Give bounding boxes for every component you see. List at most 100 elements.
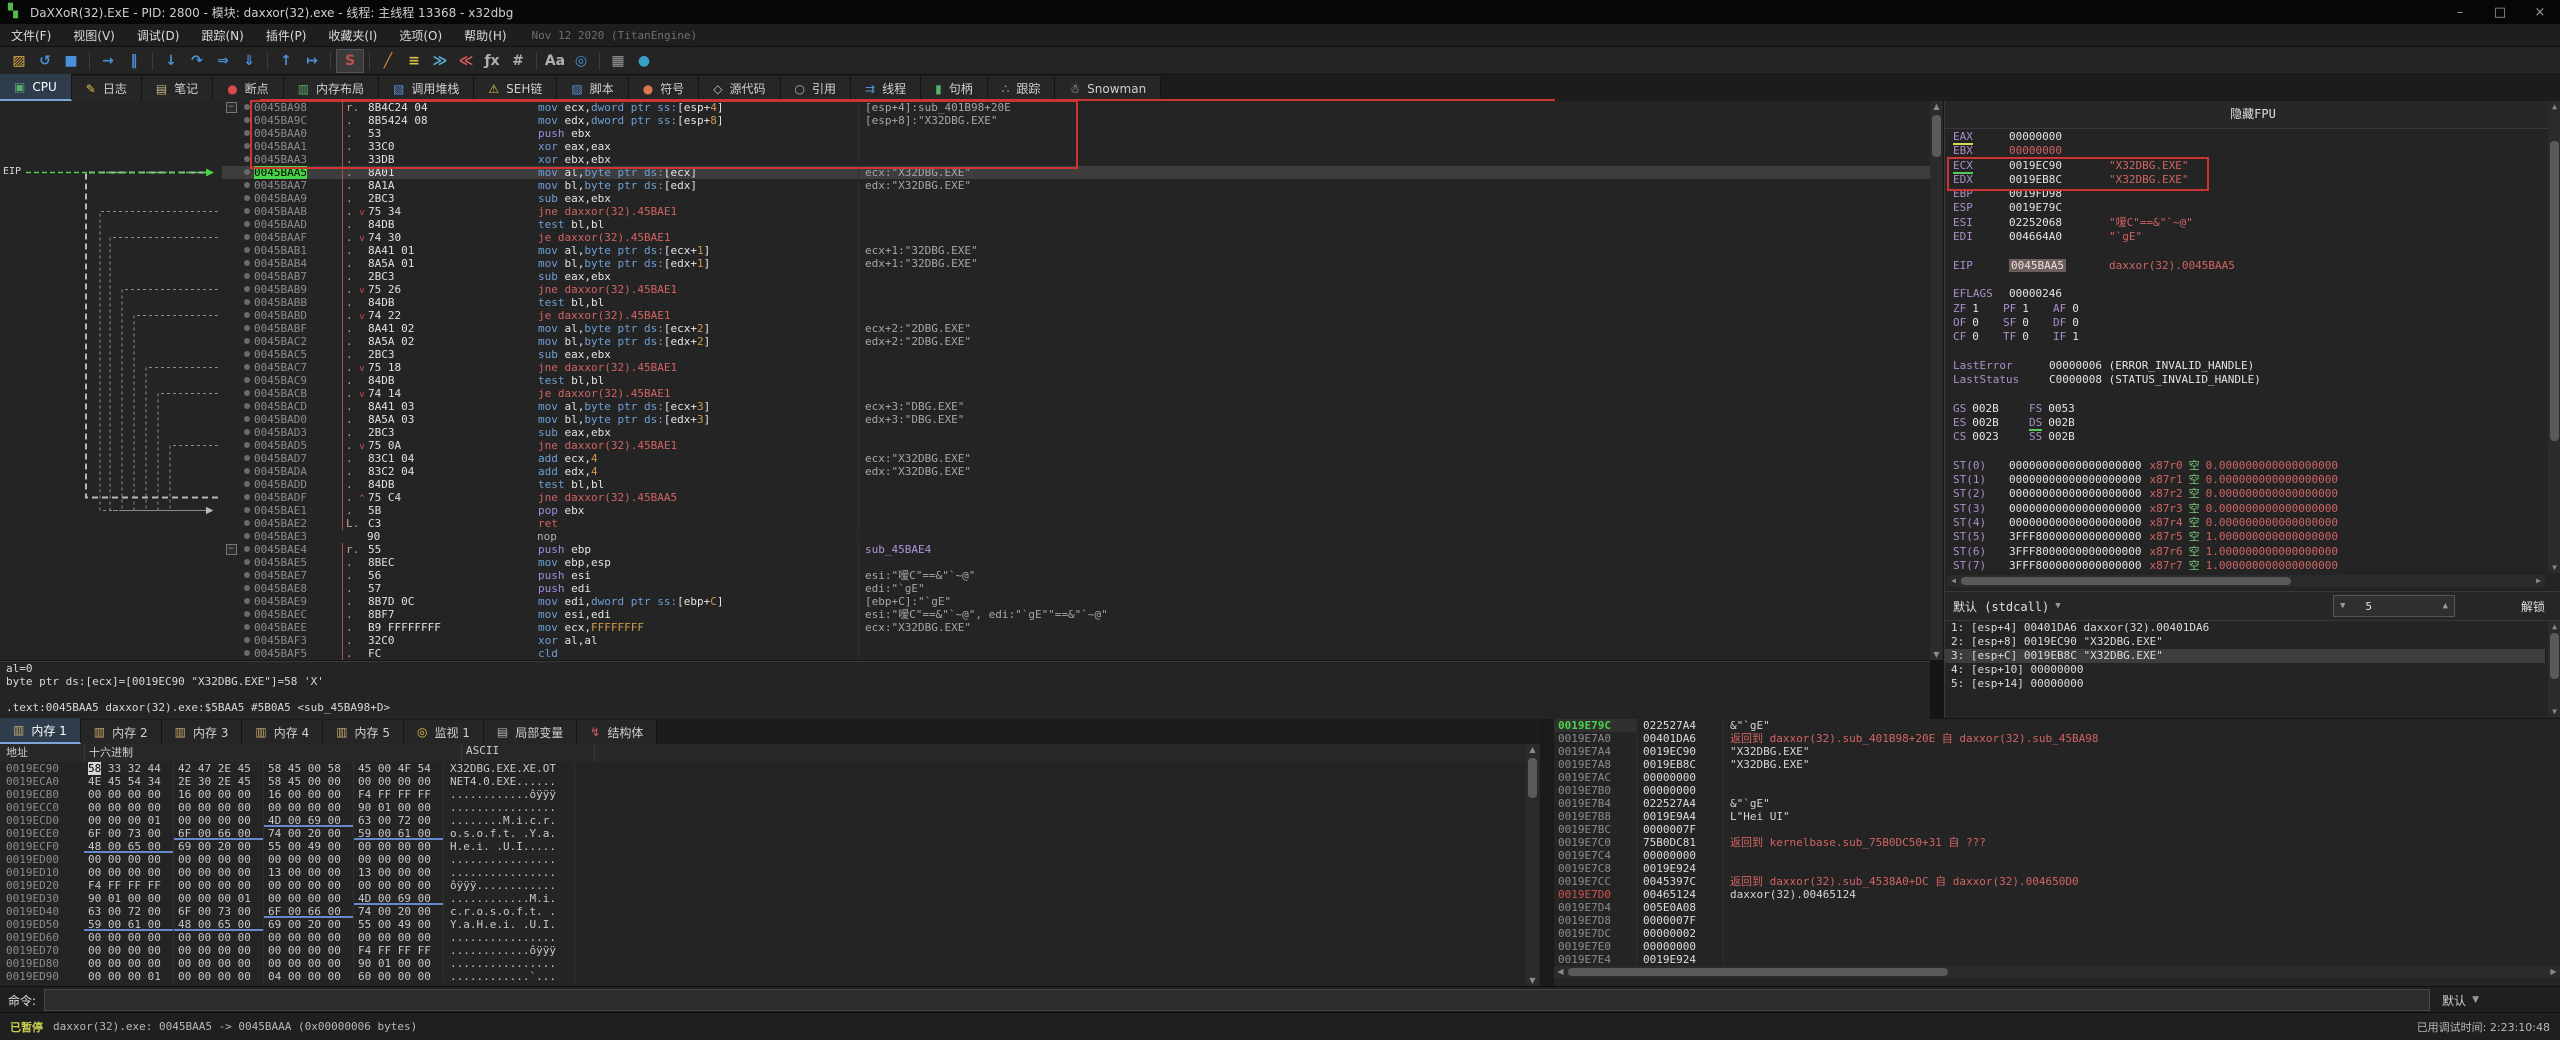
breakpoint-dot-cell[interactable]: [240, 387, 254, 400]
disasm-row[interactable]: 0045BAC7. v 75 18 jne daxxor(32).45BAE1: [222, 361, 1930, 374]
disasm-row[interactable]: 0045BAF5. FC cld: [222, 647, 1930, 660]
breakpoint-dot-cell[interactable]: [240, 413, 254, 426]
calling-convention-select[interactable]: 默认 (stdcall): [1945, 598, 2049, 615]
register-line[interactable]: EBP 0019FD98: [1945, 187, 2545, 201]
breakpoint-dot-cell[interactable]: [240, 335, 254, 348]
stack-row[interactable]: 0019E7D4 005E0A08: [1554, 901, 2560, 914]
address-cell[interactable]: 0045BAB4: [254, 257, 342, 270]
breakpoint-dot-cell[interactable]: [240, 608, 254, 621]
address-cell[interactable]: 0045BAA5: [254, 166, 342, 179]
register-line[interactable]: LastStatus C0000008 (STATUS_INVALID_HANDL…: [1945, 373, 2545, 387]
breakpoint-dot-cell[interactable]: [240, 205, 254, 218]
dump-row[interactable]: 0019EC90 58 33 32 44 42 47 2E 45 58 45 00 5…: [0, 762, 1540, 775]
breakpoint-dot-cell[interactable]: [240, 296, 254, 309]
register-line[interactable]: ST(6) 3FFF8000000000000000 x87r6 空 1.0000000…: [1945, 545, 2545, 559]
breakpoint-dot-cell[interactable]: [240, 153, 254, 166]
address-cell[interactable]: 0045BAA9: [254, 192, 342, 205]
chevron-down-icon[interactable]: ▼: [2472, 995, 2479, 1005]
breakpoint-dot-cell[interactable]: [240, 114, 254, 127]
stack-pane[interactable]: 0019E79C 022527A4 &"`gE" 0019E7A0 00401DA6 返回…: [1554, 719, 2560, 986]
breakpoint-dot-cell[interactable]: [240, 101, 254, 114]
disasm-row[interactable]: 0045BAA7. 8A1A mov bl,byte ptr ds:[edx] edx…: [222, 179, 1930, 192]
registers-hscrollbar[interactable]: ◀ ▶: [1947, 575, 2545, 587]
registers-pane[interactable]: 隐藏FPU EAX 00000000 EBX 00000000 ECX 0019EC90 "…: [1944, 101, 2560, 718]
disasm-row[interactable]: 0045BABB. 84DB test bl,bl: [222, 296, 1930, 309]
address-cell[interactable]: 0045BAF5: [254, 647, 342, 660]
stack-row[interactable]: 0019E79C 022527A4 &"`gE": [1554, 719, 2560, 732]
disasm-row[interactable]: 0045BAAF. v 74 30 je daxxor(32).45BAE1: [222, 231, 1930, 244]
disasm-row[interactable]: 0045BAC2. 8A5A 02 mov bl,byte ptr ds:[edx+…: [222, 335, 1930, 348]
breakpoint-dot-cell[interactable]: [240, 361, 254, 374]
address-cell[interactable]: 0045BAE2: [254, 517, 342, 530]
register-line[interactable]: ST(7) 3FFF8000000000000000 x87r7 空 1.0000000…: [1945, 559, 2545, 573]
register-line[interactable]: ZF 1 PF 1 AF 0: [1945, 302, 2545, 316]
address-cell[interactable]: 0045BA9C: [254, 114, 342, 127]
tab-cpu[interactable]: ▣ CPU: [0, 74, 72, 101]
breakpoint-dot-cell[interactable]: [240, 322, 254, 335]
pause-button[interactable]: ‖: [121, 50, 147, 72]
disasm-row[interactable]: − 0045BAE4 r. 55 push ebp sub_45BAE4: [222, 543, 1930, 556]
breakpoint-dot-cell[interactable]: [240, 621, 254, 634]
address-cell[interactable]: 0045BAEE: [254, 621, 342, 634]
address-cell[interactable]: 0045BABF: [254, 322, 342, 335]
disasm-row[interactable]: 0045BAD5. v 75 0A jne daxxor(32).45BAE1: [222, 439, 1930, 452]
goto-button[interactable]: ◎: [568, 50, 594, 72]
address-cell[interactable]: 0045BAE9: [254, 595, 342, 608]
tab-source[interactable]: ◇ 源代码: [699, 76, 781, 101]
disasm-row[interactable]: 0045BAD0. 8A5A 03 mov bl,byte ptr ds:[edx+…: [222, 413, 1930, 426]
dump-row[interactable]: 0019ECF0 48 00 65 00 69 00 20 00 55 00 49 0…: [0, 840, 1540, 853]
register-line[interactable]: CF 0 TF 0 IF 1: [1945, 330, 2545, 344]
restart-button[interactable]: ↺: [32, 50, 58, 72]
tab-script[interactable]: ▨ 脚本: [557, 76, 629, 101]
menu-item[interactable]: 文件(F): [0, 27, 62, 44]
dump-row[interactable]: 0019ED20 F4 FF FF FF 00 00 00 00 00 00 00 0…: [0, 879, 1540, 892]
tab-log[interactable]: ✎ 日志: [71, 76, 142, 101]
breakpoint-dot-cell[interactable]: [240, 569, 254, 582]
dump-row[interactable]: 0019ED80 00 00 00 00 00 00 00 00 00 00 00 0…: [0, 957, 1540, 970]
register-line[interactable]: ST(0) 00000000000000000000 x87r0 空 0.0000000…: [1945, 459, 2545, 473]
disasm-row[interactable]: 0045BAA3. 33DB xor ebx,ebx: [222, 153, 1930, 166]
disasm-row[interactable]: 0045BAE5. 8BEC mov ebp,esp: [222, 556, 1930, 569]
tab-handles[interactable]: ▮ 句柄: [921, 76, 988, 101]
address-cell[interactable]: 0045BAD3: [254, 426, 342, 439]
register-line[interactable]: ST(3) 00000000000000000000 x87r3 空 0.0000000…: [1945, 502, 2545, 516]
stack-row[interactable]: 0019E7D0 00465124 daxxor(32).00465124: [1554, 888, 2560, 901]
address-cell[interactable]: 0045BAB7: [254, 270, 342, 283]
disasm-row[interactable]: 0045BAEE. B9 FFFFFFFF mov ecx,FFFFFFFF ecx:…: [222, 621, 1930, 634]
address-cell[interactable]: 0045BAF3: [254, 634, 342, 647]
address-cell[interactable]: 0045BAD0: [254, 413, 342, 426]
disasm-row[interactable]: 0045BAE2 L. C3 ret: [222, 517, 1930, 530]
argument-row[interactable]: 1: [esp+4] 00401DA6 daxxor(32).00401DA6: [1945, 621, 2545, 635]
stop-button[interactable]: ■: [58, 50, 84, 72]
register-line[interactable]: GS 002B FS 0053: [1945, 402, 2545, 416]
disasm-scrollbar[interactable]: ▲ ▼: [1930, 101, 1943, 660]
breakpoint-dot-cell[interactable]: [240, 465, 254, 478]
breakpoint-dot-cell[interactable]: [240, 478, 254, 491]
dump-row[interactable]: 0019ED90 00 00 00 01 00 00 00 00 04 00 00 0…: [0, 970, 1540, 983]
disasm-row[interactable]: 0045BAD3. 2BC3 sub eax,ebx: [222, 426, 1930, 439]
dump-row[interactable]: 0019ECB0 00 00 00 00 16 00 00 00 16 00 00 0…: [0, 788, 1540, 801]
breakpoint-dot-cell[interactable]: [240, 517, 254, 530]
register-line[interactable]: ST(4) 00000000000000000000 x87r4 空 0.0000000…: [1945, 516, 2545, 530]
address-cell[interactable]: 0045BAB9: [254, 283, 342, 296]
disasm-row[interactable]: 0045BADA. 83C2 04 add edx,4 edx:"X32DBG.EXE…: [222, 465, 1930, 478]
register-line[interactable]: ST(1) 00000000000000000000 x87r1 空 0.0000000…: [1945, 473, 2545, 487]
tab-call-stack[interactable]: ▧ 调用堆栈: [379, 76, 475, 101]
address-cell[interactable]: 0045BAE7: [254, 569, 342, 582]
address-cell[interactable]: 0045BAAB: [254, 205, 342, 218]
disasm-row[interactable]: 0045BAB9. v 75 26 jne daxxor(32).45BAE1: [222, 283, 1930, 296]
breakpoint-dot-cell[interactable]: [240, 426, 254, 439]
run-button[interactable]: →: [95, 50, 121, 72]
stack-row[interactable]: 0019E7A0 00401DA6 返回到 daxxor(32).sub_401B9…: [1554, 732, 2560, 745]
command-profile[interactable]: 默认: [2442, 992, 2466, 1009]
address-cell[interactable]: 0045BAC7: [254, 361, 342, 374]
breakpoint-dot-cell[interactable]: [240, 257, 254, 270]
dump-row[interactable]: 0019ED30 90 01 00 00 00 00 00 01 00 00 00 0…: [0, 892, 1540, 905]
close-button[interactable]: ×: [2520, 5, 2560, 20]
stack-row[interactable]: 0019E7DC 00000002: [1554, 927, 2560, 940]
disasm-row[interactable]: 0045BABF. 8A41 02 mov al,byte ptr ds:[ecx+…: [222, 322, 1930, 335]
register-line[interactable]: ES 002B DS 002B: [1945, 415, 2545, 431]
disasm-row[interactable]: 0045BACD. 8A41 03 mov al,byte ptr ds:[ecx+…: [222, 400, 1930, 413]
stack-row[interactable]: 0019E7E4 0019E924: [1554, 953, 2560, 966]
breakpoint-dot-cell[interactable]: [240, 231, 254, 244]
